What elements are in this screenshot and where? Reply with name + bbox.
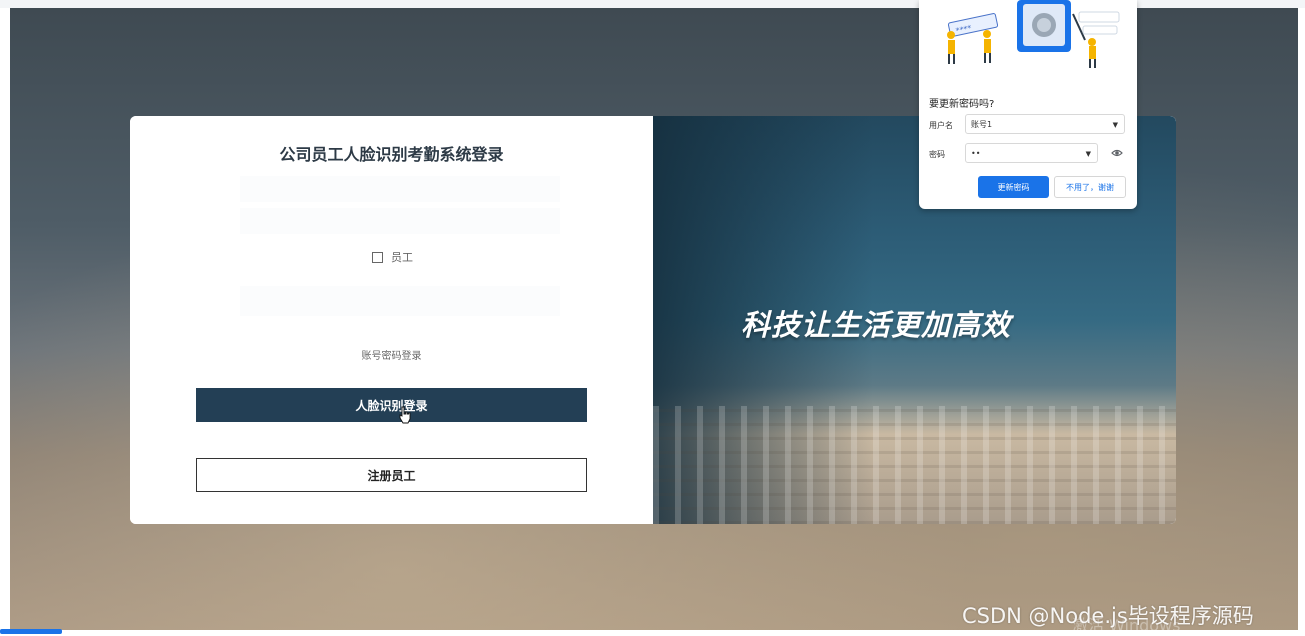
update-password-label: 更新密码 [997, 182, 1030, 192]
beach-pattern [653, 406, 1176, 524]
checkbox-icon[interactable] [372, 251, 383, 263]
popup-title: 要更新密码吗? [929, 99, 995, 110]
face-recognition-login-button[interactable]: 人脸识别登录 [196, 388, 587, 422]
page-title: 公司员工人脸识别考勤系统登录 [279, 145, 504, 164]
username-label: 用户名 [929, 121, 953, 130]
account-password-login-link[interactable]: 账号密码登录 [130, 347, 653, 362]
password-illustration: **** [947, 0, 1120, 68]
update-password-popup: **** 要更新密码吗? 用户名 账号1 ▼ 密码 •• ▼ 更新密码 不用了，… [919, 0, 1137, 209]
username-value: 账号1 [971, 119, 993, 129]
login-form-panel: 公司员工人脸识别考勤系统登录 员工 账号密码登录 人脸识别登录 注册员工 [130, 116, 653, 524]
eye-icon[interactable] [1111, 148, 1123, 158]
svg-text:****: **** [955, 23, 973, 35]
csdn-watermark: CSDN @Node.js毕设程序源码 [962, 604, 1254, 628]
banner-slogan: 科技让生活更加高效 [741, 308, 1012, 342]
password-select[interactable]: •• ▼ [965, 143, 1098, 163]
username-field-ghost[interactable] [240, 176, 560, 202]
dropdown-caret-icon: ▼ [1112, 121, 1118, 129]
dropdown-caret-icon: ▼ [1085, 150, 1091, 158]
register-label: 注册员工 [367, 468, 416, 483]
update-password-button[interactable]: 更新密码 [978, 176, 1049, 198]
face-login-label: 人脸识别登录 [355, 398, 428, 413]
password-label: 密码 [929, 150, 945, 159]
role-option-employee[interactable]: 员工 [372, 250, 413, 264]
password-value: •• [971, 148, 981, 158]
username-select[interactable]: 账号1 ▼ [965, 114, 1125, 134]
role-option-label: 员工 [391, 251, 413, 264]
cursor-hand-icon [399, 406, 411, 424]
password-field-ghost[interactable] [240, 208, 560, 234]
face-capture-area [240, 286, 560, 316]
decline-label: 不用了，谢谢 [1066, 182, 1114, 192]
decline-update-button[interactable]: 不用了，谢谢 [1054, 176, 1126, 198]
progress-indicator [0, 629, 62, 634]
register-employee-button[interactable]: 注册员工 [196, 458, 587, 492]
